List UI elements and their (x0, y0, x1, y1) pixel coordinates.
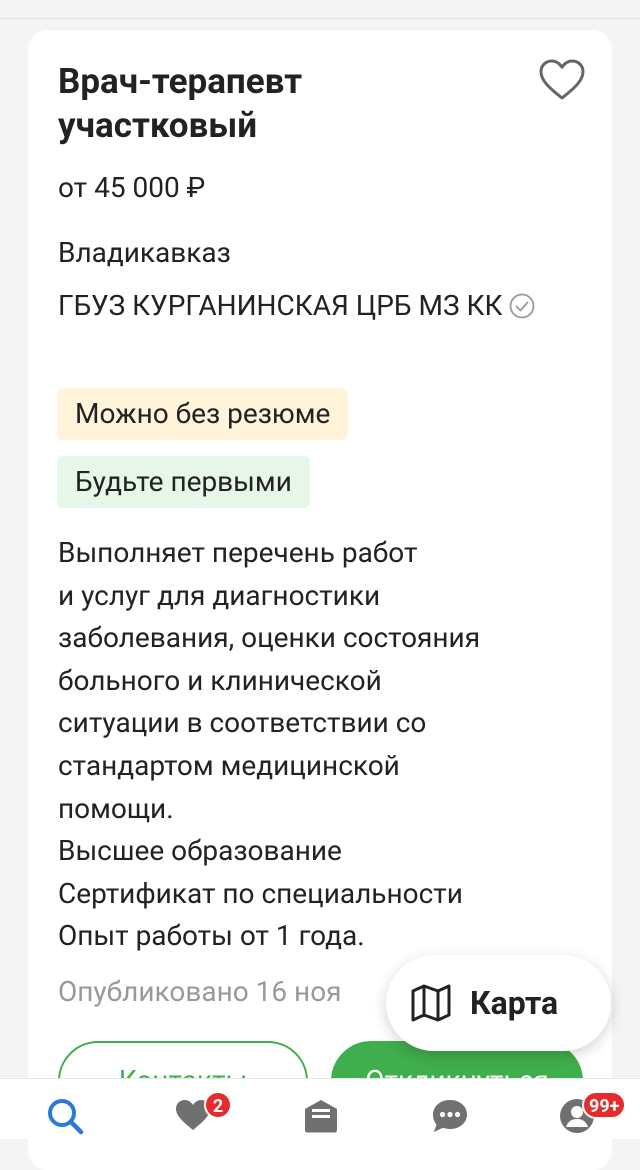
top-strip (0, 0, 640, 19)
bottom-navigation: 2 99+ (0, 1078, 640, 1139)
nav-chats[interactable] (418, 1079, 478, 1139)
employer-name[interactable]: ГБУЗ КУРГАНИНСКАЯ ЦРБ МЗ КК (58, 289, 503, 322)
city: Владикавказ (58, 236, 231, 269)
verified-check-icon (509, 288, 535, 319)
tag-no-resume: Можно без резюме (57, 388, 349, 440)
nav-favorites[interactable]: 2 (162, 1079, 232, 1139)
chat-icon (433, 1100, 467, 1132)
vacancy-title[interactable]: Врач-терапевт участковый (58, 60, 488, 148)
search-icon (48, 1099, 84, 1135)
nav-search[interactable] (34, 1079, 94, 1139)
published-date: Опубликовано 16 ноя (58, 975, 342, 1008)
favorites-badge: 2 (204, 1091, 232, 1119)
map-button-label: Карта (470, 984, 559, 1022)
vacancy-description: Выполняет перечень работ и услуг для диа… (58, 536, 481, 953)
profile-notifications-badge: 99+ (582, 1091, 627, 1119)
salary: от 45 000 ₽ (58, 171, 206, 204)
favorite-heart-icon[interactable] (538, 58, 586, 102)
tag-be-first: Будьте первыми (57, 456, 310, 508)
responses-icon (305, 1100, 337, 1133)
nav-profile[interactable]: 99+ (546, 1079, 627, 1139)
map-icon (411, 984, 451, 1022)
employer[interactable]: ГБУЗ КУРГАНИНСКАЯ ЦРБ МЗ КК (58, 284, 558, 328)
nav-responses[interactable] (290, 1079, 350, 1139)
map-button[interactable]: Карта (386, 955, 611, 1051)
